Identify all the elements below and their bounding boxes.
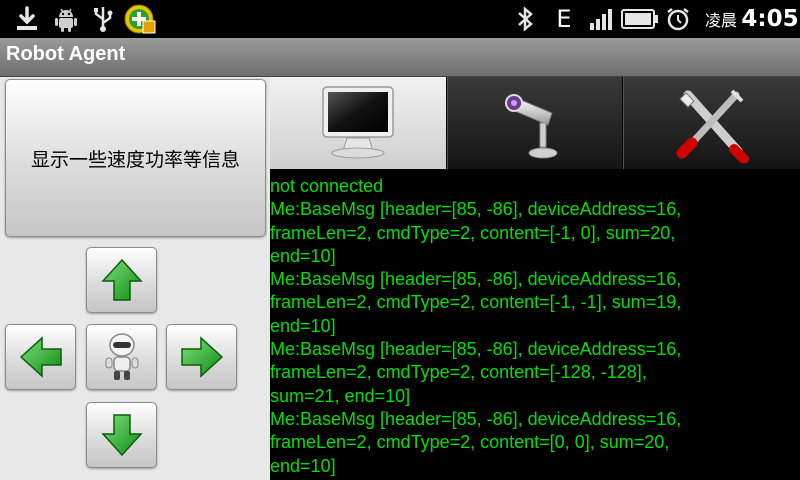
log-line: frameLen=2, cmdType=2, content=[0, 0], s… xyxy=(270,432,670,453)
robot-icon xyxy=(105,333,138,380)
log-line: frameLen=2, cmdType=2, content=[-1, 0], … xyxy=(270,222,676,243)
app-notification-icon[interactable] xyxy=(122,4,158,34)
robot-center-button[interactable] xyxy=(86,324,157,390)
am-pm-label: 凌晨 xyxy=(704,11,737,30)
move-left-button[interactable] xyxy=(5,324,76,390)
title-bar: Robot Agent xyxy=(0,38,800,77)
message-log[interactable]: not connected Me:BaseMsg [header=[85, -8… xyxy=(270,170,800,480)
arrow-down-icon xyxy=(100,414,143,457)
bluetooth-icon xyxy=(510,4,540,34)
tools-icon xyxy=(676,89,749,163)
arrow-left-icon xyxy=(19,336,62,378)
tab-settings[interactable] xyxy=(623,77,800,169)
usb-icon[interactable] xyxy=(88,4,118,34)
info-button[interactable]: 显示一些速度功率等信息 xyxy=(5,79,266,237)
control-panel: 显示一些速度功率等信息 xyxy=(0,77,270,480)
log-line: end=10] xyxy=(270,455,336,476)
log-line: Me:BaseMsg [header=[85, -86], deviceAddr… xyxy=(270,199,682,220)
log-line: frameLen=2, cmdType=2, content=[-1, -1],… xyxy=(270,292,682,313)
status-bar: E 凌晨 4:05 xyxy=(0,0,800,38)
log-line: Me:BaseMsg [header=[85, -86], deviceAddr… xyxy=(270,408,682,429)
battery-icon xyxy=(620,4,660,34)
log-line: end=10] xyxy=(270,315,336,336)
android-debug-icon[interactable] xyxy=(50,4,82,34)
clock-time: 4:05 xyxy=(741,6,799,32)
move-up-button[interactable] xyxy=(86,247,157,313)
download-icon[interactable] xyxy=(12,4,42,34)
signal-strength-icon xyxy=(588,4,616,34)
log-line: frameLen=2, cmdType=2, content=[-128, -1… xyxy=(270,362,647,383)
log-line: sum=21, end=10] xyxy=(270,385,411,406)
arrow-right-icon xyxy=(180,336,223,378)
log-line: end=10] xyxy=(270,245,336,266)
monitor-icon xyxy=(322,86,394,159)
tab-camera[interactable] xyxy=(447,77,622,169)
app-title: Robot Agent xyxy=(6,43,126,65)
move-down-button[interactable] xyxy=(86,402,157,468)
webcam-icon xyxy=(505,94,558,159)
tab-monitor[interactable] xyxy=(270,77,446,169)
network-type-label: E xyxy=(556,5,572,33)
log-line: Me:BaseMsg [header=[85, -86], deviceAddr… xyxy=(270,269,682,290)
connection-status: not connected xyxy=(270,176,384,196)
log-line: Me:BaseMsg [header=[85, -86], deviceAddr… xyxy=(270,339,682,360)
move-right-button[interactable] xyxy=(166,324,237,390)
tab-bar xyxy=(270,77,800,169)
alarm-clock-icon xyxy=(664,4,692,34)
arrow-up-icon xyxy=(100,258,143,301)
